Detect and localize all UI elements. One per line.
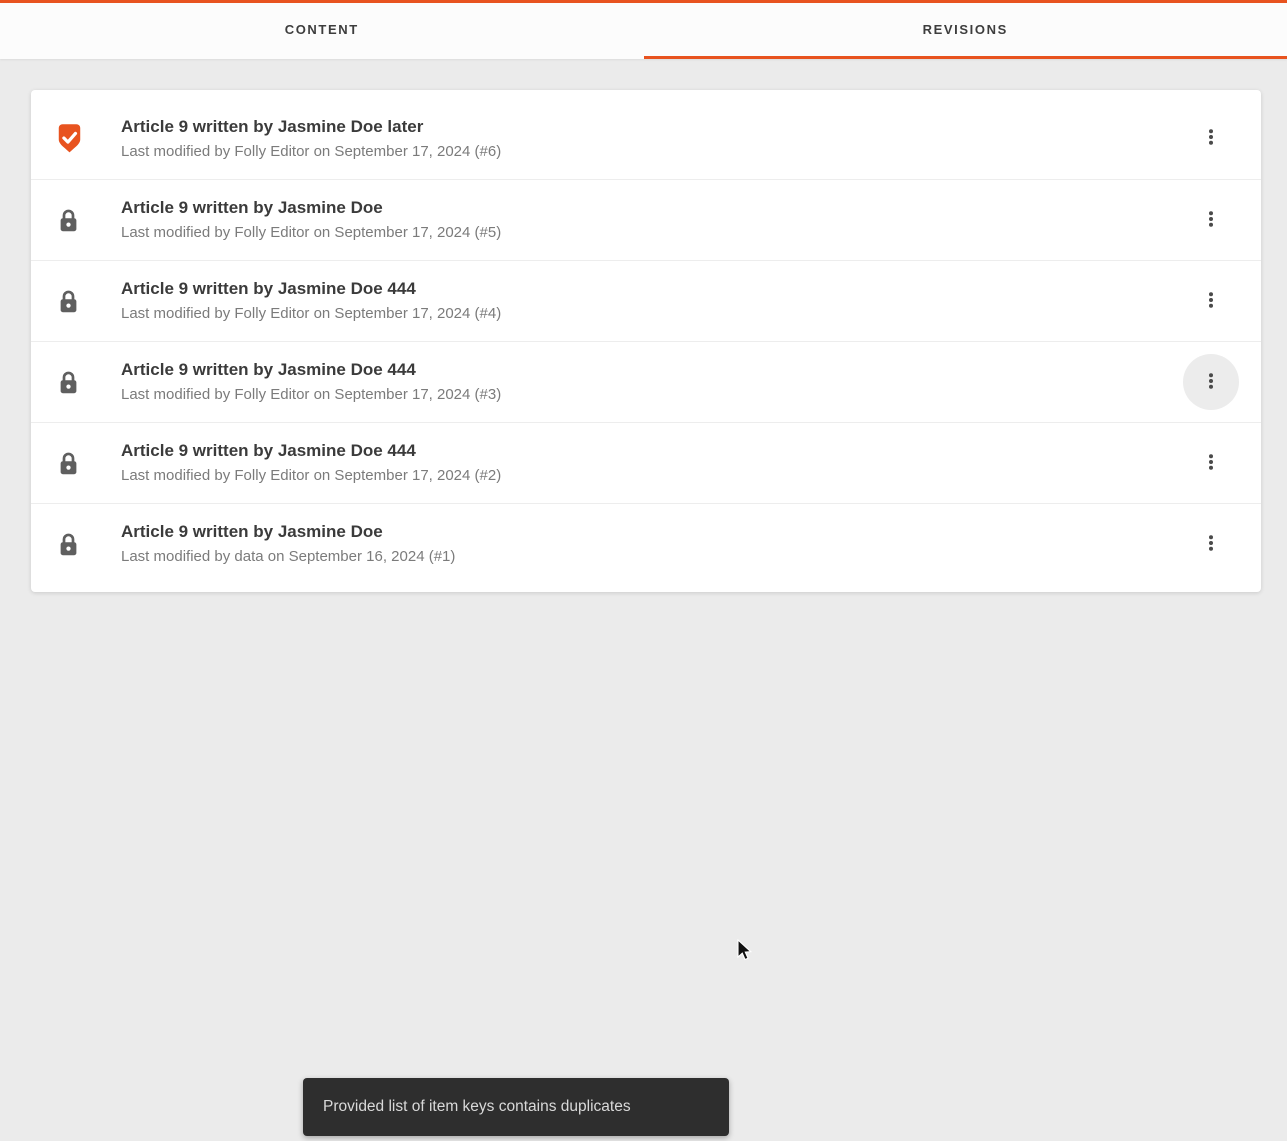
revision-title: Article 9 written by Jasmine Doe 444 — [121, 279, 416, 298]
revision-row[interactable]: Article 9 written by Jasmine Doe later L… — [31, 98, 1261, 179]
revision-menu-button[interactable] — [1183, 516, 1239, 572]
mouse-cursor — [737, 939, 753, 961]
revision-text: Article 9 written by Jasmine Doe later L… — [121, 115, 1183, 163]
revision-title: Article 9 written by Jasmine Doe 444 — [121, 441, 416, 460]
revision-title: Article 9 written by Jasmine Doe — [121, 198, 383, 217]
revision-row[interactable]: Article 9 written by Jasmine Doe Last mo… — [31, 503, 1261, 584]
revision-text: Article 9 written by Jasmine Doe Last mo… — [121, 196, 1183, 244]
tab-revisions[interactable]: REVISIONS — [643, 3, 1287, 59]
revision-row[interactable]: Article 9 written by Jasmine Doe 444 Las… — [31, 341, 1261, 422]
revision-subtitle: Last modified by Folly Editor on Septemb… — [121, 224, 502, 241]
revision-row[interactable]: Article 9 written by Jasmine Doe Last mo… — [31, 179, 1261, 260]
revision-title: Article 9 written by Jasmine Doe — [121, 522, 383, 541]
revision-subtitle: Last modified by Folly Editor on Septemb… — [121, 386, 502, 403]
revision-icon-cell — [31, 123, 121, 154]
revision-icon-cell — [31, 369, 121, 396]
tab-content[interactable]: CONTENT — [0, 3, 644, 59]
kebab-menu-icon — [1202, 453, 1220, 474]
kebab-menu-icon — [1202, 291, 1220, 312]
revision-icon-cell — [31, 531, 121, 558]
revision-text: Article 9 written by Jasmine Doe Last mo… — [121, 520, 1183, 568]
revision-menu-button[interactable] — [1183, 273, 1239, 329]
revision-text: Article 9 written by Jasmine Doe 444 Las… — [121, 358, 1183, 406]
revision-text: Article 9 written by Jasmine Doe 444 Las… — [121, 439, 1183, 487]
screen: CONTENT REVISIONS Article 9 written by J… — [0, 0, 1287, 1141]
revision-icon-cell — [31, 450, 121, 477]
tab-bar: CONTENT REVISIONS — [0, 3, 1287, 59]
toast-message: Provided list of item keys contains dupl… — [323, 1098, 631, 1115]
revision-row[interactable]: Article 9 written by Jasmine Doe 444 Las… — [31, 422, 1261, 503]
revision-text: Article 9 written by Jasmine Doe 444 Las… — [121, 277, 1183, 325]
lock-icon — [55, 207, 82, 234]
revision-list: Article 9 written by Jasmine Doe later L… — [31, 90, 1261, 592]
kebab-menu-icon — [1202, 128, 1220, 149]
revision-subtitle: Last modified by Folly Editor on Septemb… — [121, 142, 502, 160]
revision-subtitle: Last modified by data on September 16, 2… — [121, 548, 456, 565]
top-accent-bar — [0, 0, 1287, 3]
lock-icon — [55, 531, 82, 558]
revision-menu-button[interactable] — [1183, 111, 1239, 167]
toast-snackbar: Provided list of item keys contains dupl… — [303, 1078, 729, 1136]
revision-icon-cell — [31, 207, 121, 234]
revision-menu-button[interactable] — [1183, 435, 1239, 491]
revision-title: Article 9 written by Jasmine Doe later — [121, 116, 424, 136]
revision-menu-button[interactable] — [1183, 354, 1239, 410]
revision-row[interactable]: Article 9 written by Jasmine Doe 444 Las… — [31, 260, 1261, 341]
lock-icon — [55, 450, 82, 477]
revision-subtitle: Last modified by Folly Editor on Septemb… — [121, 467, 502, 484]
lock-icon — [55, 369, 82, 396]
kebab-menu-icon — [1202, 534, 1220, 555]
kebab-menu-icon — [1202, 372, 1220, 393]
revision-menu-button[interactable] — [1183, 192, 1239, 248]
kebab-menu-icon — [1202, 210, 1220, 231]
revision-subtitle: Last modified by Folly Editor on Septemb… — [121, 305, 502, 322]
revision-title: Article 9 written by Jasmine Doe 444 — [121, 360, 416, 379]
revision-icon-cell — [31, 288, 121, 315]
lock-icon — [55, 288, 82, 315]
verified-shield-check-icon — [55, 123, 84, 154]
